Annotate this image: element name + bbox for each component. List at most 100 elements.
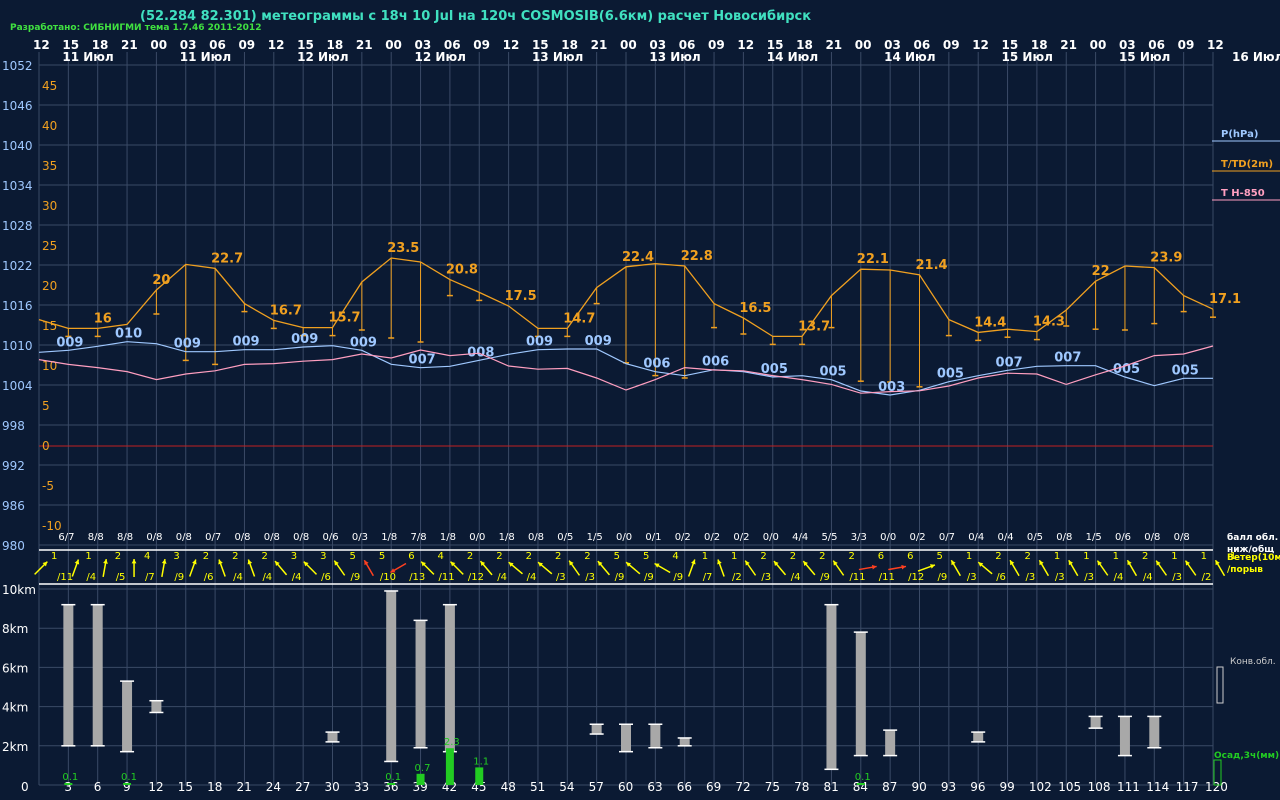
wind-gust-label: /5 (116, 572, 126, 583)
cloud-cover-label: 0/0 (880, 532, 896, 543)
height-tick-label: 4km (2, 701, 28, 715)
conv-cloud-bar (855, 632, 866, 756)
cloud-cover-label: 7/8 (411, 532, 427, 543)
day-label: 14 Июл (767, 50, 818, 64)
wind-gust-label: /3 (1172, 572, 1182, 583)
temperature-label: 22.8 (681, 249, 713, 264)
lead-hour-label: 57 (589, 780, 604, 794)
series: 162022.716.7 15.723.520.817.514.722.4 22.8… (34, 241, 1241, 785)
wind-gust-label: /4 (292, 572, 302, 583)
cloud-cover-label: 0/8 (234, 532, 250, 543)
wind-speed-label: 2 (526, 551, 532, 562)
lead-hour-label: 60 (618, 780, 633, 794)
axes: 12 15 18 21 00 03 06 09 12 15 18 21 00 03 06 09 12 15 18 21… (2, 38, 1280, 794)
height-tick-label: 10km (2, 583, 36, 597)
cloud-cover-label: 0/0 (763, 532, 779, 543)
day-label: 16 Июл (1232, 50, 1280, 64)
temperature-label: 16.5 (739, 301, 771, 316)
wind-arrow-head (131, 559, 137, 564)
legend-cloud: балл обл. (1227, 532, 1278, 543)
conv-cloud-bar (973, 732, 984, 742)
cloud-cover-label: 0/8 (293, 532, 309, 543)
height-tick-label: 8km (2, 622, 28, 636)
temperature-tick-label: 35 (42, 159, 57, 173)
cloud-cover-label: 0/8 (1174, 532, 1190, 543)
wind-speed-label: 3 (173, 551, 179, 562)
precip-label: 0.1 (855, 772, 871, 783)
temperature-tick-label: 25 (42, 239, 57, 253)
day-label: 13 Июл (532, 50, 583, 64)
conv-cloud-bar (885, 730, 896, 756)
pressure-label: 009 (174, 337, 201, 352)
wind-gust-label: /4 (1114, 572, 1124, 583)
credit-label: Разработано: СИБНИГМИ тема 1.7.46 2011-2… (10, 22, 261, 33)
day-label: 15 Июл (1119, 50, 1170, 64)
wind-gust-label: /6 (321, 572, 331, 583)
conv-cloud-bar (591, 724, 602, 735)
day-label: 12 Июл (415, 50, 466, 64)
wind-speed-label: 6 (878, 551, 884, 562)
pressure-tick-label: 1022 (2, 259, 33, 273)
wind-speed-label: 5 (350, 551, 356, 562)
precip-bar (387, 783, 396, 785)
cloud-cover-label: 0/2 (910, 532, 926, 543)
lead-hour-label: 66 (677, 780, 692, 794)
pressure-tick-label: 998 (2, 419, 25, 433)
lead-hour-label: 117 (1176, 780, 1199, 794)
conv-cloud-bar (1090, 716, 1101, 729)
temperature-label: 22 (1092, 264, 1110, 279)
pressure-tick-label: 1016 (2, 299, 33, 313)
lead-hour-label: 72 (735, 780, 750, 794)
pressure-label: 007 (409, 353, 436, 368)
lead-hour-label: 48 (501, 780, 516, 794)
conv-cloud-bar (63, 604, 74, 746)
pressure-label: 005 (1172, 363, 1199, 378)
temperature-label: 16 (94, 311, 112, 326)
conv-cloud-bar (444, 604, 455, 752)
lead-hour-label: 15 (178, 780, 193, 794)
conv-cloud-bar (1149, 716, 1160, 748)
pressure-label: 009 (350, 335, 377, 350)
pressure-label: 005 (819, 365, 846, 380)
wind-gust-label: /7 (145, 572, 155, 583)
temperature-label: 17.1 (1209, 292, 1241, 307)
temperature-label: 20 (152, 273, 170, 288)
wind-speed-label: 1 (966, 551, 972, 562)
hour-tick-label: 09 (1178, 38, 1195, 52)
wind-speed-label: 2 (848, 551, 854, 562)
lead-hour-label: 33 (354, 780, 369, 794)
temperature-label: 14.4 (974, 315, 1006, 330)
legend-precip: Осад,3ч(мм) (1214, 751, 1279, 761)
cloud-cover-label: 8/8 (117, 532, 133, 543)
wind-gust-label: /11 (439, 572, 455, 583)
temperature-label: 14.7 (563, 311, 595, 326)
precip-label: 0.1 (121, 772, 137, 783)
lead-hour-label: 114 (1146, 780, 1169, 794)
lead-hour-label: 105 (1058, 780, 1081, 794)
wind-gust-label: /4 (262, 572, 272, 583)
hour-tick-label: 21 (1060, 38, 1077, 52)
wind-gust-label: /2 (732, 572, 742, 583)
wind-speed-label: 5 (937, 551, 943, 562)
wind-speed-label: 2 (115, 551, 121, 562)
hour-tick-label: 09 (943, 38, 960, 52)
lead-hour-label: 120 (1205, 780, 1228, 794)
wind-gust-label: /4 (497, 572, 507, 583)
pressure-label: 009 (291, 332, 318, 347)
pressure-label: 009 (232, 335, 259, 350)
height-tick-label: 6km (2, 661, 28, 675)
wind-speed-label: 2 (496, 551, 502, 562)
wind-speed-label: 1 (731, 551, 737, 562)
wind-gust-label: /6 (996, 572, 1006, 583)
pressure-tick-label: 980 (2, 539, 25, 553)
temperature-tick-label: 40 (42, 119, 57, 133)
lead-hour-label: 18 (207, 780, 222, 794)
conv-cloud-bar (327, 732, 338, 742)
cloud-cover-label: 0/1 (645, 532, 661, 543)
wind-gust-label: /13 (409, 572, 425, 583)
wind-speed-label: 3 (320, 551, 326, 562)
wind-gust-label: /3 (585, 572, 595, 583)
precip-bar (445, 748, 454, 785)
cloud-cover-label: 0/6 (323, 532, 339, 543)
cloud-cover-label: 0/2 (675, 532, 691, 543)
